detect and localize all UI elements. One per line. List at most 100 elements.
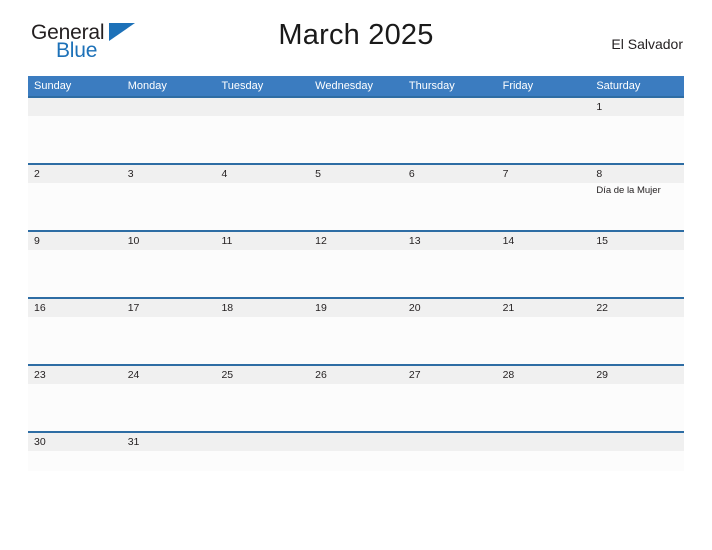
weekday-friday: Friday bbox=[502, 80, 534, 92]
day-cell-empty bbox=[121, 98, 216, 163]
day-cell[interactable]: 23 bbox=[28, 366, 122, 431]
day-number: 6 bbox=[408, 168, 415, 180]
day-number-band: 29 bbox=[590, 366, 685, 384]
day-number: 5 bbox=[315, 168, 321, 180]
day-number: 20 bbox=[408, 302, 421, 314]
day-number-band: 4 bbox=[215, 165, 310, 183]
day-cell-empty bbox=[402, 433, 497, 471]
day-cell[interactable]: 14 bbox=[496, 232, 591, 297]
day-cell[interactable]: 7 bbox=[496, 165, 591, 230]
weekday-monday: Monday bbox=[127, 80, 167, 92]
day-cell[interactable]: 12 bbox=[309, 232, 403, 297]
day-number: 14 bbox=[502, 235, 515, 247]
day-number: 7 bbox=[502, 168, 509, 180]
day-number-band bbox=[215, 433, 310, 451]
weekday-sunday: Sunday bbox=[34, 80, 72, 92]
day-cell[interactable]: 8 Día de la Mujer bbox=[590, 165, 685, 230]
day-number-band: 16 bbox=[28, 299, 122, 317]
day-number-band: 30 bbox=[28, 433, 122, 451]
day-number-band bbox=[28, 98, 122, 116]
day-cell[interactable]: 11 bbox=[215, 232, 310, 297]
day-cell[interactable]: 25 bbox=[215, 366, 310, 431]
week-row: 1 bbox=[28, 96, 685, 163]
day-cell-empty bbox=[496, 433, 591, 471]
day-number: 28 bbox=[502, 369, 515, 381]
day-number-band: 7 bbox=[496, 165, 591, 183]
calendar-grid: Sunday Monday Tuesday Wednesday Thursday… bbox=[28, 76, 685, 471]
day-number-band: 18 bbox=[215, 299, 310, 317]
day-number: 4 bbox=[221, 168, 228, 180]
day-number-band: 27 bbox=[402, 366, 497, 384]
day-number-band: 28 bbox=[496, 366, 591, 384]
day-number-band: 21 bbox=[496, 299, 591, 317]
day-cell[interactable]: 19 bbox=[309, 299, 403, 364]
week-row: 23 24 25 26 27 28 29 bbox=[28, 364, 685, 431]
weekday-tuesday: Tuesday bbox=[221, 80, 264, 92]
day-number: 15 bbox=[596, 235, 608, 247]
day-cell[interactable]: 4 bbox=[215, 165, 310, 230]
day-cell-empty bbox=[590, 433, 685, 471]
day-number: 27 bbox=[408, 369, 421, 381]
day-cell[interactable]: 22 bbox=[590, 299, 685, 364]
day-number-band: 6 bbox=[402, 165, 497, 183]
page-title: March 2025 bbox=[278, 19, 434, 51]
day-number-band: 24 bbox=[121, 366, 216, 384]
day-number-band bbox=[590, 433, 685, 451]
calendar-weeks: 1 2 3 4 5 6 7 8 Día de la Mujer 9 10 11 12 13 14 15 16 17… bbox=[28, 96, 685, 471]
day-number: 31 bbox=[127, 436, 140, 448]
calendar-page: General Blue March 2025 El Salvador Sund… bbox=[0, 0, 712, 550]
day-cell-empty bbox=[215, 98, 310, 163]
holiday-event: Día de la Mujer bbox=[596, 185, 661, 196]
day-number-band: 13 bbox=[402, 232, 497, 250]
day-number-band: 2 bbox=[28, 165, 122, 183]
day-cell[interactable]: 15 bbox=[590, 232, 685, 297]
day-cell[interactable]: 30 bbox=[28, 433, 122, 471]
day-cell[interactable]: 2 bbox=[28, 165, 122, 230]
day-number: 21 bbox=[502, 302, 515, 314]
country-label: El Salvador bbox=[611, 36, 683, 52]
page-header: General Blue March 2025 El Salvador bbox=[28, 0, 684, 61]
week-row: 9 10 11 12 13 14 15 bbox=[28, 230, 685, 297]
day-cell[interactable]: 24 bbox=[121, 366, 216, 431]
day-cell[interactable]: 26 bbox=[309, 366, 403, 431]
day-cell[interactable]: 9 bbox=[28, 232, 122, 297]
day-cell[interactable]: 21 bbox=[496, 299, 591, 364]
day-cell[interactable]: 3 bbox=[121, 165, 216, 230]
day-number: 24 bbox=[127, 369, 140, 381]
day-cell[interactable]: 16 bbox=[28, 299, 122, 364]
day-number: 18 bbox=[221, 302, 234, 314]
day-number-band bbox=[215, 98, 310, 116]
day-cell[interactable]: 10 bbox=[121, 232, 216, 297]
day-number-band: 22 bbox=[590, 299, 685, 317]
day-number: 9 bbox=[34, 235, 40, 247]
day-cell[interactable]: 28 bbox=[496, 366, 591, 431]
day-number: 22 bbox=[596, 302, 608, 314]
day-cell[interactable]: 13 bbox=[402, 232, 497, 297]
day-number-band: 1 bbox=[590, 98, 685, 116]
day-cell[interactable]: 29 bbox=[590, 366, 685, 431]
day-number: 10 bbox=[127, 235, 140, 247]
day-number-band bbox=[496, 98, 591, 116]
day-number-band: 8 bbox=[590, 165, 685, 183]
day-number: 17 bbox=[127, 302, 140, 314]
day-cell[interactable]: 6 bbox=[402, 165, 497, 230]
day-cell[interactable]: 31 bbox=[121, 433, 216, 471]
day-number: 2 bbox=[34, 168, 40, 180]
day-cell[interactable]: 17 bbox=[121, 299, 216, 364]
day-cell[interactable]: 1 bbox=[590, 98, 685, 163]
day-number-band: 23 bbox=[28, 366, 122, 384]
weekday-thursday: Thursday bbox=[408, 80, 455, 92]
day-cell[interactable]: 5 bbox=[309, 165, 403, 230]
day-number-band: 5 bbox=[309, 165, 403, 183]
day-number-band: 9 bbox=[28, 232, 122, 250]
day-number-band bbox=[402, 433, 497, 451]
day-cell[interactable]: 18 bbox=[215, 299, 310, 364]
day-number-band: 20 bbox=[402, 299, 497, 317]
day-number-band bbox=[309, 98, 403, 116]
day-events: Día de la Mujer bbox=[590, 183, 684, 197]
day-cell-empty bbox=[28, 98, 122, 163]
weekday-header-row: Sunday Monday Tuesday Wednesday Thursday… bbox=[28, 76, 684, 96]
day-number-band bbox=[121, 98, 216, 116]
day-cell[interactable]: 27 bbox=[402, 366, 497, 431]
day-cell[interactable]: 20 bbox=[402, 299, 497, 364]
